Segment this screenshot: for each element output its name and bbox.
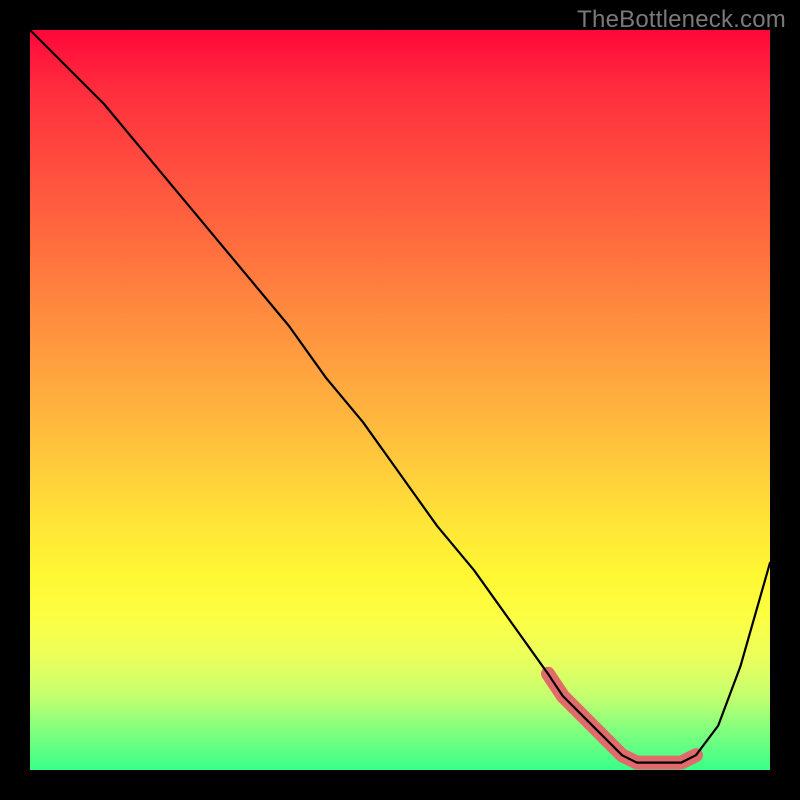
chart-svg — [30, 30, 770, 770]
chart-container: TheBottleneck.com — [0, 0, 800, 800]
curve-line — [30, 30, 770, 763]
highlight-segment — [548, 674, 696, 763]
plot-area — [30, 30, 770, 770]
